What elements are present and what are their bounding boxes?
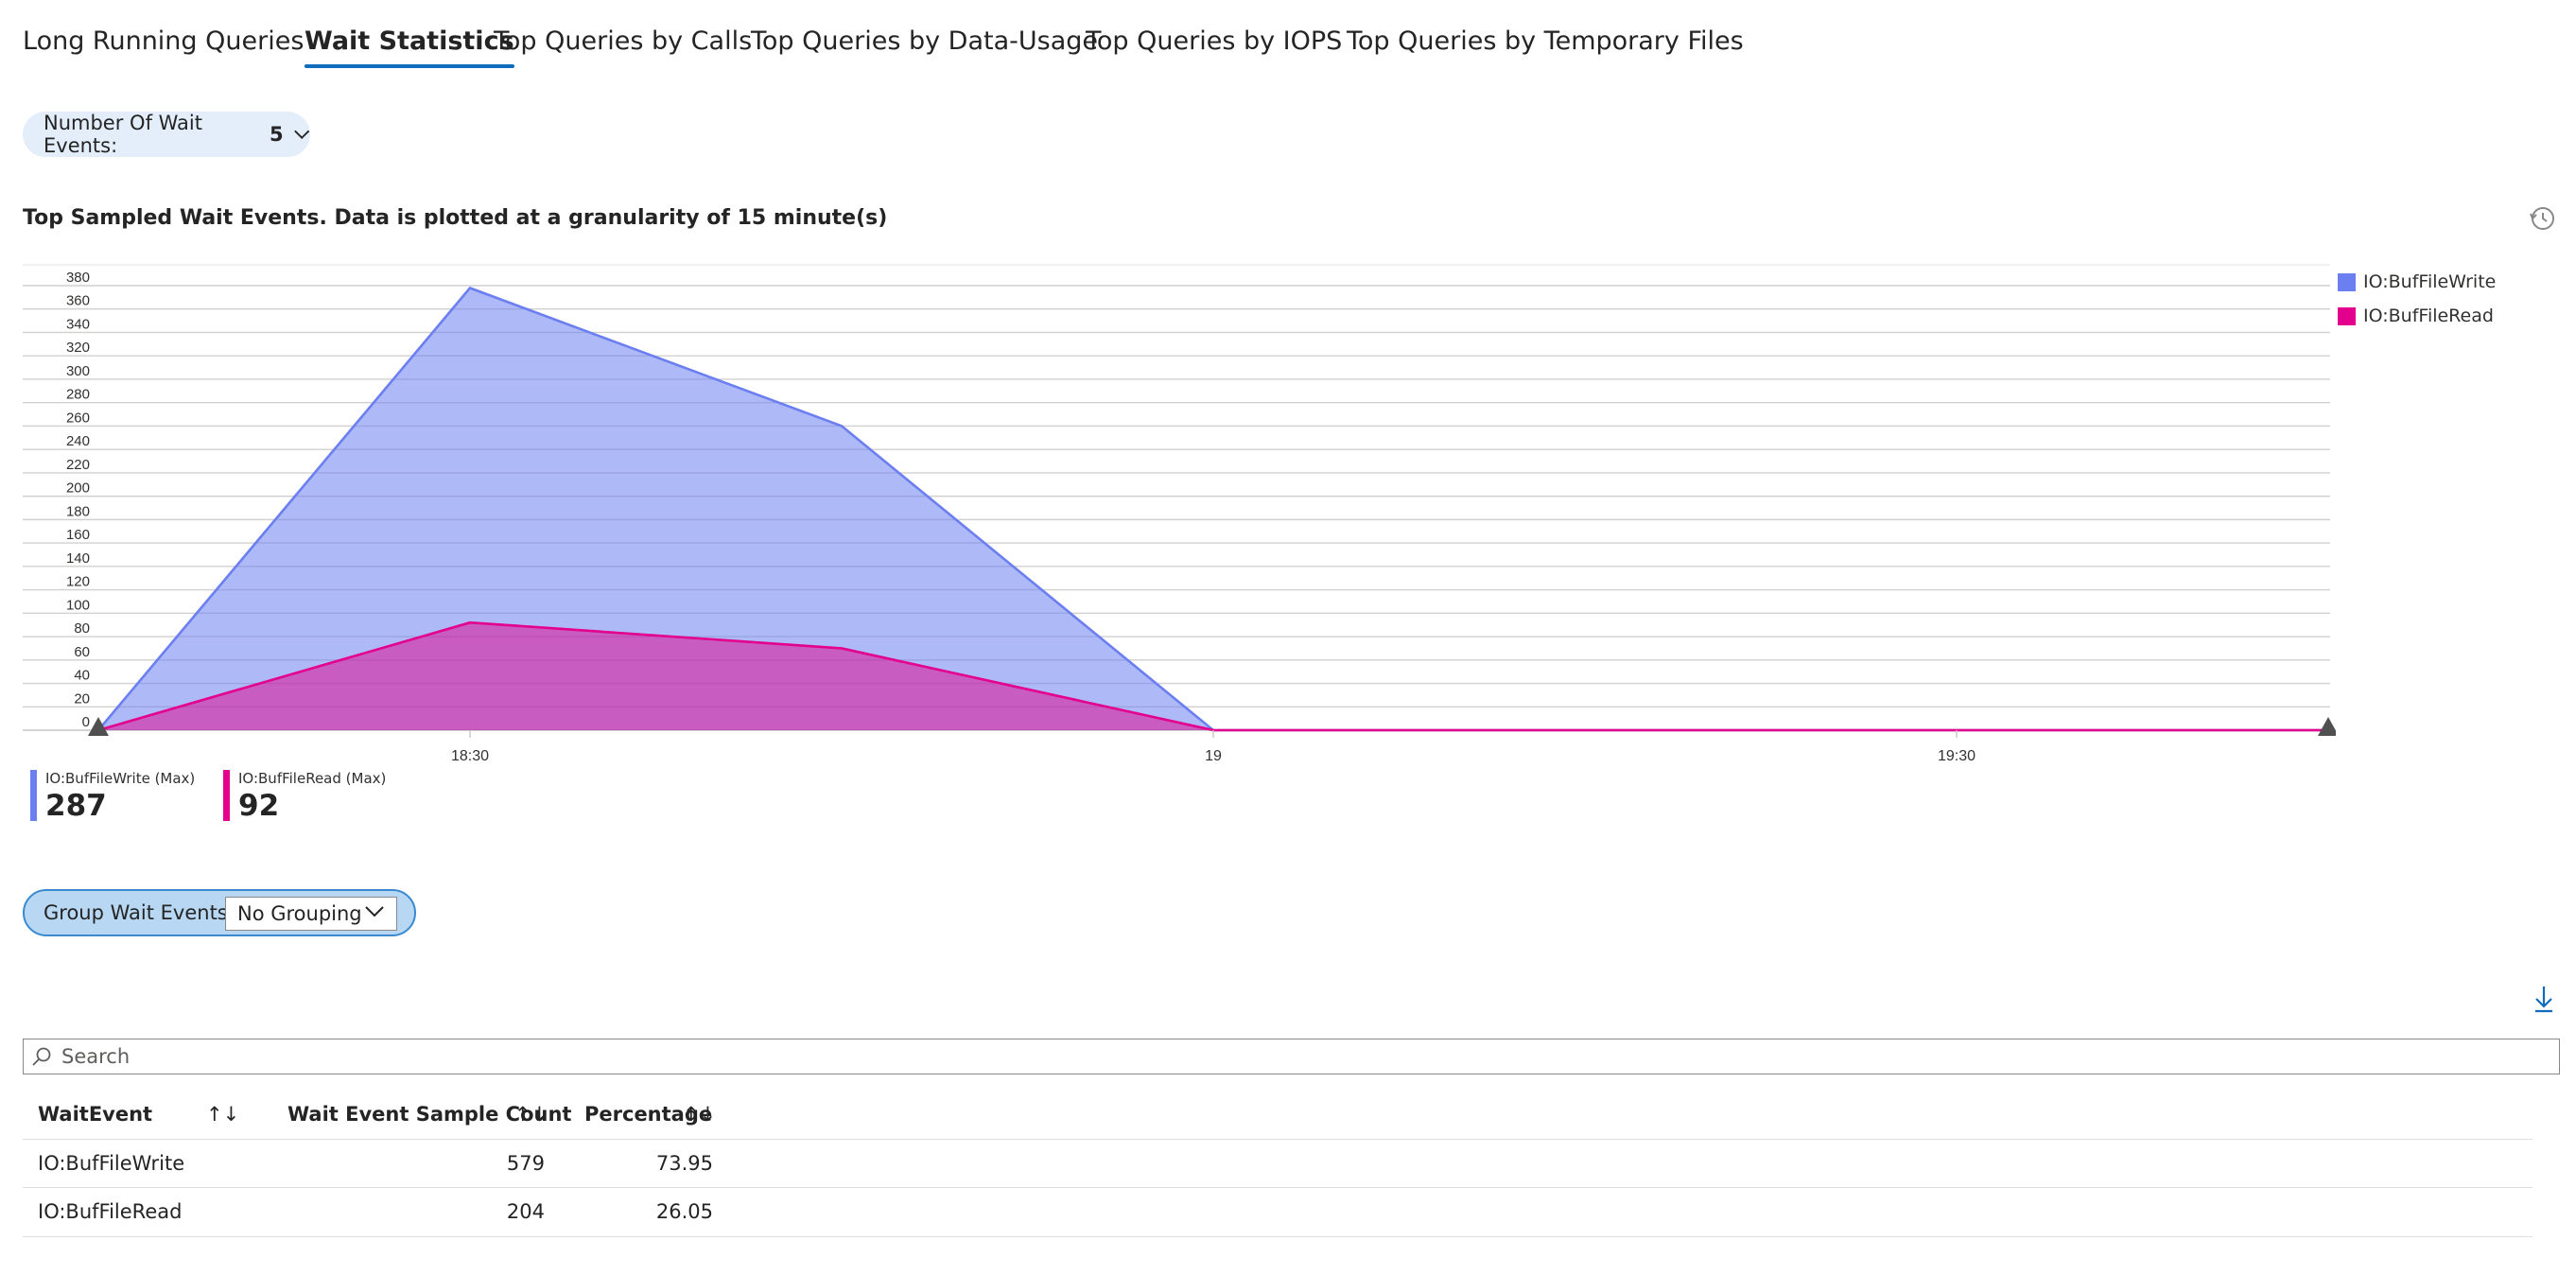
metric-label: IO:BufFileWrite (Max): [45, 770, 196, 787]
y-tick-label: 40: [74, 668, 90, 684]
y-tick-label: 160: [66, 527, 90, 543]
x-axis-ticks: 18:30 19 19:30: [451, 730, 1976, 764]
cell-percentage: 73.95: [655, 1152, 713, 1175]
sort-icon[interactable]: ↑↓: [683, 1090, 716, 1139]
grouping-dropdown[interactable]: No Grouping: [225, 897, 397, 931]
y-tick-label: 180: [66, 503, 90, 519]
metric-value: 287: [45, 789, 107, 823]
legend-label: IO:BufFileWrite: [2363, 271, 2497, 292]
y-tick-label: 320: [66, 340, 90, 356]
series-area: [98, 622, 2328, 730]
tab-top-queries-by-temporary-files[interactable]: Top Queries by Temporary Files: [1347, 21, 1744, 62]
chart-series: [97, 286, 2328, 732]
tab-top-queries-by-calls[interactable]: Top Queries by Calls: [494, 21, 752, 62]
y-tick-label: 240: [66, 433, 90, 449]
y-tick-label: 360: [66, 293, 90, 309]
y-tick-label: 220: [66, 457, 90, 473]
wait-events-count-filter[interactable]: Number Of Wait Events: 5: [23, 112, 310, 157]
search-box: [23, 1039, 2560, 1074]
y-tick-label: 80: [74, 620, 90, 637]
y-tick-label: 100: [66, 597, 90, 613]
cell-percentage: 26.05: [655, 1200, 713, 1223]
x-tick-label: 19:30: [1938, 748, 1976, 764]
table-row[interactable]: IO:BufFileWrite 579 73.95: [23, 1139, 2532, 1188]
y-tick-label: 0: [82, 714, 90, 730]
y-tick-label: 140: [66, 550, 90, 567]
legend-item-bufffilewrite[interactable]: IO:BufFileWrite: [2338, 265, 2496, 299]
cell-sample-count: 204: [506, 1200, 545, 1223]
filter-value: 5: [269, 123, 284, 146]
search-input[interactable]: [60, 1044, 2522, 1069]
range-handle[interactable]: [2318, 717, 2336, 736]
download-icon[interactable]: [2532, 984, 2556, 1014]
y-tick-label: 120: [66, 574, 90, 590]
y-tick-label: 20: [74, 690, 90, 707]
chart-title: Top Sampled Wait Events. Data is plotted…: [23, 206, 888, 230]
filter-label: Number Of Wait Events:: [44, 112, 202, 157]
tab-wait-statistics[interactable]: Wait Statistics: [305, 21, 514, 68]
cell-sample-count: 579: [506, 1152, 545, 1175]
y-tick-label: 340: [66, 316, 90, 332]
x-tick-label: 18:30: [451, 748, 489, 764]
table-row[interactable]: IO:BufFileRead 204 26.05: [23, 1187, 2532, 1237]
metric-color-bar: [223, 770, 230, 821]
y-tick-label: 260: [66, 410, 90, 426]
y-tick-label: 300: [66, 363, 90, 379]
cell-waitevent: IO:BufFileWrite: [38, 1152, 185, 1175]
wait-events-area-chart: 0 20 40 60 80 100 120 140 160 180 200 220 240 260 280 3…: [23, 264, 2336, 764]
chart-legend: IO:BufFileWrite IO:BufFileRead: [2338, 265, 2496, 333]
legend-swatch: [2338, 306, 2356, 325]
y-tick-label: 380: [66, 270, 90, 286]
metric-color-bar: [30, 770, 37, 821]
group-wait-events-control: Group Wait Events: No Grouping: [23, 889, 416, 936]
y-tick-label: 280: [66, 387, 90, 403]
metric-label: IO:BufFileRead (Max): [238, 770, 387, 787]
group-label: Group Wait Events:: [44, 901, 235, 924]
legend-item-bufffileread[interactable]: IO:BufFileRead: [2338, 299, 2496, 333]
history-icon[interactable]: [2529, 204, 2557, 233]
metric-value: 92: [238, 789, 280, 823]
search-icon: [32, 1047, 51, 1066]
x-tick-label: 19: [1205, 748, 1222, 764]
tab-top-queries-by-iops[interactable]: Top Queries by IOPS: [1086, 21, 1342, 62]
y-tick-label: 200: [66, 480, 90, 497]
chevron-down-icon: [293, 130, 309, 139]
chevron-down-icon: [365, 906, 384, 917]
y-axis-ticks: 0 20 40 60 80 100 120 140 160 180 200 220 240 260 280 3…: [66, 270, 90, 730]
cell-waitevent: IO:BufFileRead: [38, 1200, 183, 1223]
tab-long-running-queries[interactable]: Long Running Queries: [23, 21, 304, 62]
legend-label: IO:BufFileRead: [2363, 306, 2494, 326]
y-tick-label: 60: [74, 644, 90, 660]
tab-top-queries-by-data-usage[interactable]: Top Queries by Data-Usage: [751, 21, 1098, 62]
column-header-waitevent[interactable]: WaitEvent: [38, 1090, 152, 1139]
legend-swatch: [2338, 272, 2356, 291]
grouping-value: No Grouping: [237, 902, 362, 925]
sort-icon[interactable]: ↑↓: [206, 1090, 239, 1139]
sort-icon[interactable]: ↑↓: [514, 1090, 548, 1139]
